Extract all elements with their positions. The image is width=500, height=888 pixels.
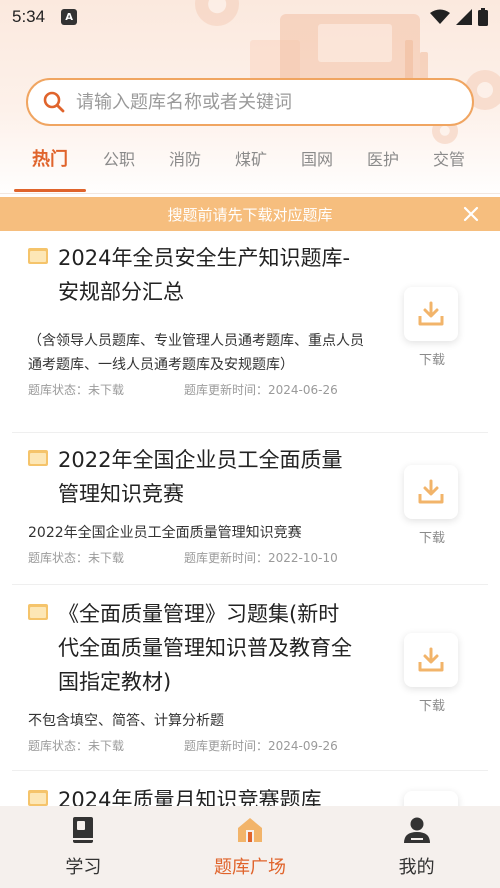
item-title: 2022年全国企业员工全面质量管理知识竞赛 bbox=[58, 448, 343, 506]
tab-fire[interactable]: 消防 bbox=[152, 138, 218, 194]
list-item[interactable]: 《全面质量管理》习题集(新时代全面质量管理知识普及教育全国指定教材) 不包含填空… bbox=[0, 597, 500, 771]
item-status: 题库状态：未下载 bbox=[28, 383, 125, 397]
item-title: 《全面质量管理》习题集(新时代全面质量管理知识普及教育全国指定教材) bbox=[58, 602, 352, 694]
list-item[interactable]: 2024年全员安全生产知识题库-安规部分汇总 （含领导人员题库、专业管理人员通考… bbox=[0, 241, 500, 433]
book-icon bbox=[28, 790, 48, 806]
tab-traffic[interactable]: 交管 bbox=[416, 138, 482, 194]
list-item[interactable]: 2022年全国企业员工全面质量管理知识竞赛 2022年全国企业员工全面质量管理知… bbox=[0, 443, 500, 585]
download-label: 下载 bbox=[418, 353, 445, 368]
book-icon bbox=[28, 450, 48, 466]
bottom-navigation: 学习 题库广场 我的 bbox=[0, 806, 500, 888]
download-button[interactable]: 下载 bbox=[404, 287, 460, 368]
download-button[interactable] bbox=[404, 791, 460, 806]
tab-public-service[interactable]: 公职 bbox=[86, 138, 152, 194]
book-icon bbox=[28, 248, 48, 264]
tab-hot[interactable]: 热门 bbox=[14, 138, 86, 194]
item-title: 2024年全员安全生产知识题库-安规部分汇总 bbox=[58, 246, 351, 304]
download-label: 下载 bbox=[418, 531, 445, 546]
download-notice-banner: 搜题前请先下载对应题库 bbox=[0, 197, 500, 231]
nav-mine-label: 我的 bbox=[398, 857, 435, 878]
download-button[interactable]: 下载 bbox=[404, 465, 460, 546]
battery-icon bbox=[478, 8, 488, 26]
status-time: 5:34 bbox=[12, 7, 46, 26]
tab-coal-mine[interactable]: 煤矿 bbox=[218, 138, 284, 194]
divider bbox=[12, 432, 488, 433]
nav-study[interactable]: 学习 bbox=[0, 806, 167, 888]
item-description: 不包含填空、简答、计算分析题 bbox=[28, 713, 224, 729]
signal-icon bbox=[456, 9, 472, 25]
divider bbox=[12, 770, 488, 771]
nav-mine[interactable]: 我的 bbox=[333, 806, 500, 888]
item-description: 2022年全国企业员工全面质量管理知识竞赛 bbox=[28, 525, 302, 541]
item-updated: 题库更新时间：2024-09-26 bbox=[184, 739, 338, 753]
item-status: 题库状态：未下载 bbox=[28, 551, 125, 565]
book-icon bbox=[73, 817, 94, 843]
download-label: 下载 bbox=[418, 699, 445, 714]
question-bank-list: 2024年全员安全生产知识题库-安规部分汇总 （含领导人员题库、专业管理人员通考… bbox=[0, 231, 500, 806]
notice-text: 搜题前请先下载对应题库 bbox=[167, 205, 333, 224]
search-bar[interactable] bbox=[26, 78, 474, 126]
download-icon bbox=[418, 479, 444, 504]
tab-medical[interactable]: 医护 bbox=[350, 138, 416, 194]
category-tabs: 热门 公职 消防 煤矿 国网 医护 交管 bbox=[0, 138, 500, 194]
notification-a-icon: A bbox=[61, 9, 78, 25]
item-description: （含领导人员题库、专业管理人员通考题库、重点人员通考题库、一线人员通考题库及安规… bbox=[28, 333, 364, 373]
home-icon bbox=[238, 818, 262, 842]
search-input[interactable] bbox=[76, 91, 456, 113]
download-icon bbox=[418, 301, 444, 326]
tab-divider bbox=[0, 193, 500, 194]
tab-state-grid[interactable]: 国网 bbox=[284, 138, 350, 194]
close-icon[interactable] bbox=[460, 203, 482, 225]
nav-question-bank-square[interactable]: 题库广场 bbox=[167, 806, 334, 888]
item-status: 题库状态：未下载 bbox=[28, 739, 125, 753]
search-icon bbox=[43, 91, 65, 113]
book-icon bbox=[28, 604, 48, 620]
list-item[interactable]: 2024年质量月知识竞赛题库 bbox=[0, 783, 500, 806]
wifi-icon bbox=[430, 9, 450, 24]
person-icon bbox=[403, 817, 430, 843]
item-updated: 题库更新时间：2022-10-10 bbox=[184, 551, 338, 565]
nav-question-bank-label: 题库广场 bbox=[214, 857, 286, 878]
download-button[interactable]: 下载 bbox=[404, 633, 460, 714]
download-icon bbox=[418, 647, 444, 672]
nav-study-label: 学习 bbox=[65, 857, 102, 878]
status-bar: 5:34 A bbox=[0, 0, 500, 34]
item-updated: 题库更新时间：2024-06-26 bbox=[184, 383, 338, 397]
item-title: 2024年质量月知识竞赛题库 bbox=[58, 788, 322, 806]
divider bbox=[12, 584, 488, 585]
